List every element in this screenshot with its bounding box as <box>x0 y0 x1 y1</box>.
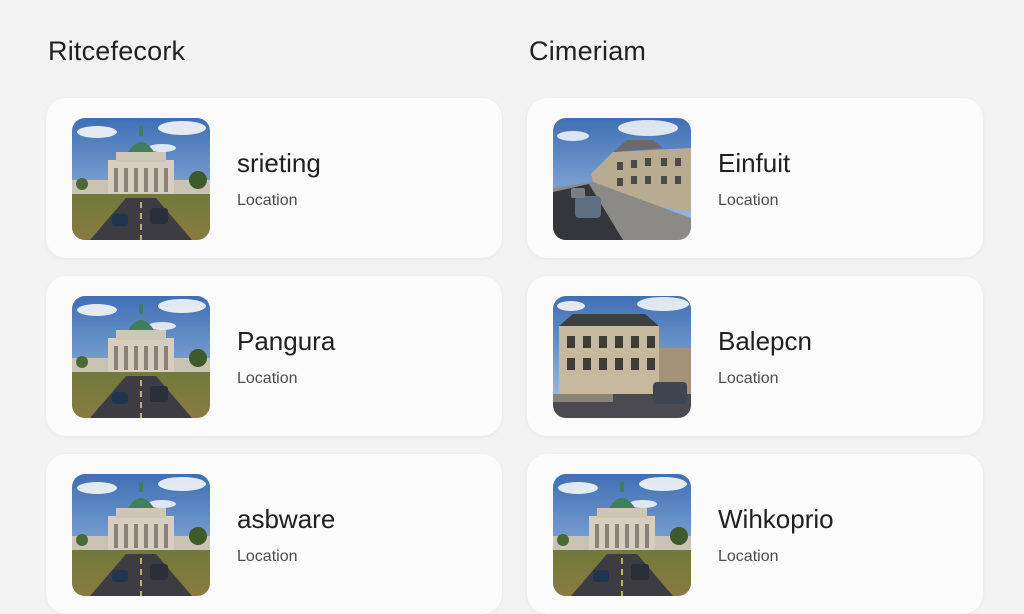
place-card[interactable]: Pangura Location <box>46 276 502 436</box>
place-name: srieting <box>237 148 321 178</box>
place-photo <box>72 474 210 596</box>
place-card[interactable]: srieting Location <box>46 98 502 258</box>
place-name: Wihkoprio <box>718 504 834 534</box>
place-photo <box>553 118 691 240</box>
place-card[interactable]: Wihkoprio Location <box>527 454 983 614</box>
place-card[interactable]: asbware Location <box>46 454 502 614</box>
place-photo <box>553 296 691 418</box>
place-location: Location <box>718 548 779 565</box>
place-location: Location <box>237 370 298 387</box>
place-name: Pangura <box>237 326 336 356</box>
place-photo <box>72 296 210 418</box>
column-title: Cimeriam <box>529 36 647 66</box>
place-location: Location <box>237 192 298 209</box>
place-photo <box>553 474 691 596</box>
place-name: asbware <box>237 504 336 534</box>
place-location: Location <box>237 548 298 565</box>
place-location: Location <box>718 370 779 387</box>
place-card[interactable]: Balepcn Location <box>527 276 983 436</box>
place-card[interactable]: Einfuit Location <box>527 98 983 258</box>
place-location: Location <box>718 192 779 209</box>
place-name: Einfuit <box>718 148 791 178</box>
place-photo <box>72 118 210 240</box>
place-name: Balepcn <box>718 326 812 356</box>
column-title: Ritcefecork <box>48 36 186 66</box>
